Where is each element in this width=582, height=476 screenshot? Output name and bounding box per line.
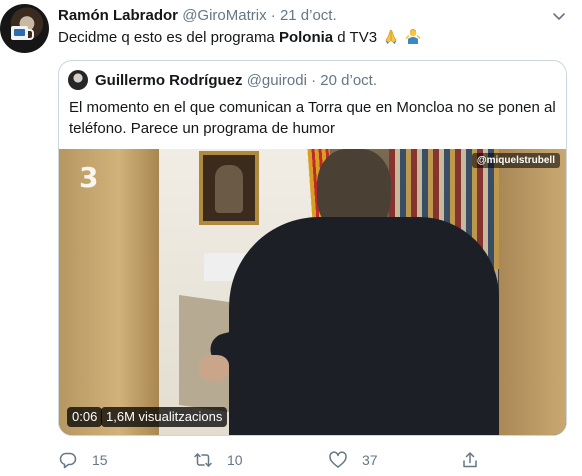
- video-scene-door-right: [499, 149, 566, 435]
- caret-down-icon[interactable]: [551, 8, 567, 24]
- video-player[interactable]: 3 @miquelstrubell 0:06 1,6M visualitzaci…: [59, 149, 566, 435]
- quoted-author-name[interactable]: Guillermo Rodríguez: [95, 72, 243, 89]
- reply-count: 15: [92, 452, 108, 468]
- share-icon: [463, 452, 477, 468]
- quoted-time[interactable]: 20 d’oct.: [320, 72, 377, 89]
- like-button[interactable]: 37: [328, 448, 378, 472]
- retweet-icon: [194, 453, 212, 467]
- author-handle[interactable]: @GiroMatrix: [182, 7, 266, 24]
- quoted-text: El momento en el que comunican a Torra q…: [69, 99, 556, 137]
- video-duration: 0:06: [67, 407, 103, 427]
- reply-icon: [59, 452, 77, 469]
- tweet-time[interactable]: 21 d’oct.: [280, 7, 337, 24]
- channel-logo: 3: [79, 161, 99, 194]
- tweet-text: Decidme q esto es del programa Polonia d…: [58, 28, 421, 48]
- separator: ·: [270, 7, 276, 24]
- like-count: 37: [362, 452, 378, 468]
- author-name[interactable]: Ramón Labrador: [58, 7, 178, 24]
- reply-button[interactable]: 15: [58, 448, 108, 472]
- person-shrugging-emoji: [406, 29, 421, 44]
- tweet-header: Ramón Labrador @GiroMatrix · 21 d’oct.: [58, 6, 337, 26]
- folded-hands-emoji: [385, 29, 397, 44]
- share-button[interactable]: [460, 448, 480, 472]
- quoted-separator: ·: [311, 72, 317, 89]
- tweet-text-end: d TV3: [333, 29, 378, 46]
- video-views: 1,6M visualitzacions: [101, 407, 228, 427]
- like-icon: [329, 451, 347, 468]
- quoted-avatar[interactable]: [68, 70, 88, 90]
- quoted-tweet[interactable]: Guillermo Rodríguez @guirodi · 20 d’oct.…: [58, 60, 567, 436]
- video-scene-door-left: [59, 149, 159, 435]
- quoted-header: Guillermo Rodríguez @guirodi · 20 d’oct.: [95, 71, 377, 91]
- video-scene-standing-man: [199, 149, 499, 435]
- video-watermark: @miquelstrubell: [471, 153, 560, 168]
- quoted-author-handle[interactable]: @guirodi: [247, 72, 307, 89]
- retweet-button[interactable]: 10: [193, 448, 243, 472]
- avatar[interactable]: [0, 4, 49, 53]
- tweet-text-start: Decidme q esto es del programa: [58, 29, 279, 46]
- retweet-count: 10: [227, 452, 243, 468]
- tweet-actions: 15 10 37: [58, 448, 567, 472]
- tweet-text-bold: Polonia: [278, 29, 334, 46]
